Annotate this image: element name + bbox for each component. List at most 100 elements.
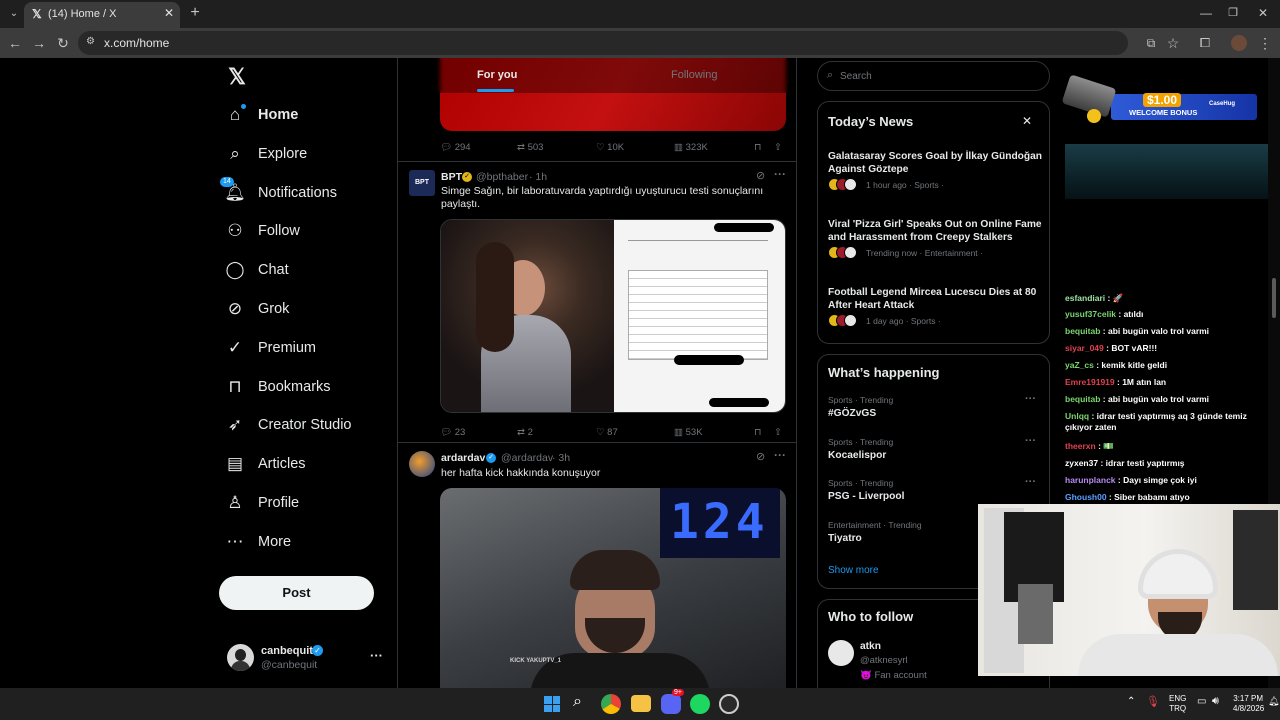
trend-item[interactable]: Sports · Trending #GÖZvGS ···	[828, 393, 1043, 429]
chat-username: Unlqq	[1065, 411, 1090, 421]
tweet-avatar[interactable]: BPT	[409, 170, 435, 196]
tweet-video[interactable]: 124 KICK YAKUPTV_1	[440, 488, 786, 688]
close-news-icon[interactable]: ✕	[1022, 114, 1032, 128]
trend-more-icon[interactable]: ···	[1025, 476, 1036, 488]
minimize-icon[interactable]: —	[1195, 1, 1217, 25]
install-app-icon[interactable]: ⧉	[1140, 31, 1162, 55]
chat-message: Unlqq : idrar testi yaptırmış aq 3 günde…	[1065, 411, 1265, 433]
bookmark-star-icon[interactable]: ☆	[1162, 31, 1184, 55]
site-info-icon[interactable]: ⚙	[86, 36, 95, 47]
extensions-icon[interactable]: ⧠	[1194, 31, 1216, 55]
address-bar[interactable]: ⚙ x.com/home	[78, 31, 1128, 55]
search-input[interactable]: ⌕ Search	[817, 61, 1050, 91]
news-item[interactable]: Football Legend Mircea Lucescu Dies at 8…	[828, 286, 1043, 346]
grok-icon[interactable]: ⊘	[756, 450, 765, 463]
tweet[interactable]: BPT BPT ✓ @bpthaber · 1h ⊘ ··· Simge Sağ…	[398, 162, 796, 442]
tweet-more-icon[interactable]: ···	[774, 167, 786, 181]
x-logo-icon[interactable]: 𝕏	[224, 65, 250, 89]
forward-icon[interactable]: →	[28, 31, 50, 55]
trend-more-icon[interactable]: ···	[1025, 393, 1036, 405]
timeline[interactable]: For you Following 💬︎ 294 ⇄ 503 ♡ 10K ▥ 3…	[397, 58, 797, 688]
share-button[interactable]: ⇧	[774, 142, 782, 153]
nav-item-notifications[interactable]: 🔔︎ 14 Notifications	[220, 175, 404, 211]
chat-text: : 💵	[1095, 441, 1114, 451]
clock[interactable]: 3:17 PM 4/8/2026	[1233, 694, 1264, 714]
spotify-icon[interactable]	[690, 694, 710, 714]
share-button[interactable]: ⇧	[774, 427, 782, 438]
microphone-icon[interactable]: 🎙︎	[1146, 695, 1160, 708]
tweet-handle[interactable]: @bpthaber	[476, 171, 528, 183]
close-window-icon[interactable]: ✕	[1252, 1, 1274, 25]
new-tab-button[interactable]: +	[184, 1, 206, 25]
reply-button[interactable]: 💬︎ 23	[440, 427, 465, 438]
tweet-media-image[interactable]	[440, 219, 786, 413]
file-explorer-icon[interactable]	[631, 695, 651, 712]
follow-title: Who to follow	[828, 609, 914, 624]
windows-start-icon[interactable]	[544, 696, 560, 712]
chrome-icon[interactable]	[601, 694, 621, 714]
post-button[interactable]: Post	[219, 576, 374, 610]
tray-chevron-icon[interactable]: ⌃	[1127, 696, 1135, 707]
suggested-avatar[interactable]	[828, 640, 854, 666]
back-icon[interactable]: ←	[4, 31, 26, 55]
network-icon[interactable]: ▭	[1197, 696, 1206, 707]
notification-bell-icon[interactable]: 🔔︎	[1268, 696, 1279, 707]
chat-username: zyxen37	[1065, 458, 1099, 468]
volume-icon[interactable]: 🔊︎	[1212, 695, 1219, 708]
nav-item-premium[interactable]: ✓ Premium	[224, 330, 404, 366]
steam-icon[interactable]	[719, 694, 739, 714]
views-button[interactable]: ▥ 323K	[674, 142, 708, 153]
nav-item-follow[interactable]: ⚇ Follow	[224, 213, 404, 249]
browser-menu-icon[interactable]: ⋮	[1254, 31, 1276, 55]
repost-button[interactable]: ⇄ 2	[517, 427, 533, 438]
nav-item-profile[interactable]: ♙ Profile	[224, 485, 404, 521]
views-button[interactable]: ▥ 53K	[674, 427, 703, 438]
repost-button[interactable]: ⇄ 503	[517, 142, 543, 153]
trend-item[interactable]: Sports · Trending Kocaelispor ···	[828, 435, 1043, 471]
tweet-time[interactable]: · 3h	[552, 452, 570, 464]
nav-item-explore[interactable]: ⌕ Explore	[224, 136, 404, 172]
news-item[interactable]: Viral 'Pizza Girl' Speaks Out on Online …	[828, 218, 1043, 278]
taskbar-search-icon[interactable]: ⌕	[573, 693, 582, 711]
nav-item-more[interactable]: ⋯ More	[224, 524, 404, 560]
reply-button[interactable]: 💬︎ 294	[440, 142, 471, 153]
browser-tab[interactable]: 𝕏 (14) Home / X ✕	[24, 2, 180, 28]
grok-icon[interactable]: ⊘	[756, 169, 765, 182]
nav-item-bookmarks[interactable]: ⊓ Bookmarks	[224, 369, 404, 405]
like-button[interactable]: ♡ 87	[596, 427, 618, 438]
chat-username: bequitab	[1065, 326, 1101, 336]
tweet-avatar[interactable]	[409, 451, 435, 477]
tweet-author[interactable]: BPT	[441, 171, 462, 183]
tab-for-you[interactable]: For you	[477, 69, 517, 81]
chat-username: siyar_049	[1065, 343, 1104, 353]
language-indicator[interactable]: ENG TRQ	[1169, 694, 1186, 714]
suggested-name[interactable]: atkn	[860, 641, 881, 652]
tweet-author[interactable]: ardardav	[441, 452, 485, 464]
tab-list-button[interactable]: ⌄	[3, 2, 25, 26]
profile-avatar[interactable]	[1231, 35, 1247, 51]
account-more-icon[interactable]: ···	[370, 648, 383, 663]
close-tab-icon[interactable]: ✕	[164, 6, 174, 20]
news-item[interactable]: Galatasaray Scores Goal by İlkay Gündoğa…	[828, 150, 1043, 210]
maximize-icon[interactable]: ❐	[1222, 1, 1244, 25]
account-switcher[interactable]: canbequit ✓ @canbequit ···	[224, 640, 394, 676]
nav-item-grok[interactable]: ⊘ Grok	[224, 291, 404, 327]
tweet-handle[interactable]: @ardardav	[501, 452, 553, 464]
discord-icon[interactable]: 9+	[661, 689, 684, 714]
nav-item-home[interactable]: ⌂ Home	[224, 97, 404, 133]
nav-item-creator-studio[interactable]: ➶ Creator Studio	[224, 407, 404, 443]
bookmark-button[interactable]: ⊓	[754, 427, 761, 438]
like-button[interactable]: ♡ 10K	[596, 142, 624, 153]
suggested-handle[interactable]: @atknesyrl	[860, 655, 908, 666]
bookmark-button[interactable]: ⊓	[754, 142, 761, 153]
tweet-time[interactable]: · 1h	[529, 171, 547, 183]
show-more-link[interactable]: Show more	[828, 565, 879, 576]
reload-icon[interactable]: ↻	[52, 31, 74, 55]
tweet[interactable]: ardardav ✓ @ardardav · 3h ⊘ ··· her haft…	[398, 443, 796, 688]
search-icon: ⌕	[827, 69, 834, 81]
tweet-more-icon[interactable]: ···	[774, 448, 786, 462]
tab-following[interactable]: Following	[671, 69, 717, 81]
trend-more-icon[interactable]: ···	[1025, 435, 1036, 447]
nav-item-chat[interactable]: ◯ Chat	[224, 252, 404, 288]
nav-item-articles[interactable]: ▤ Articles	[224, 446, 404, 482]
